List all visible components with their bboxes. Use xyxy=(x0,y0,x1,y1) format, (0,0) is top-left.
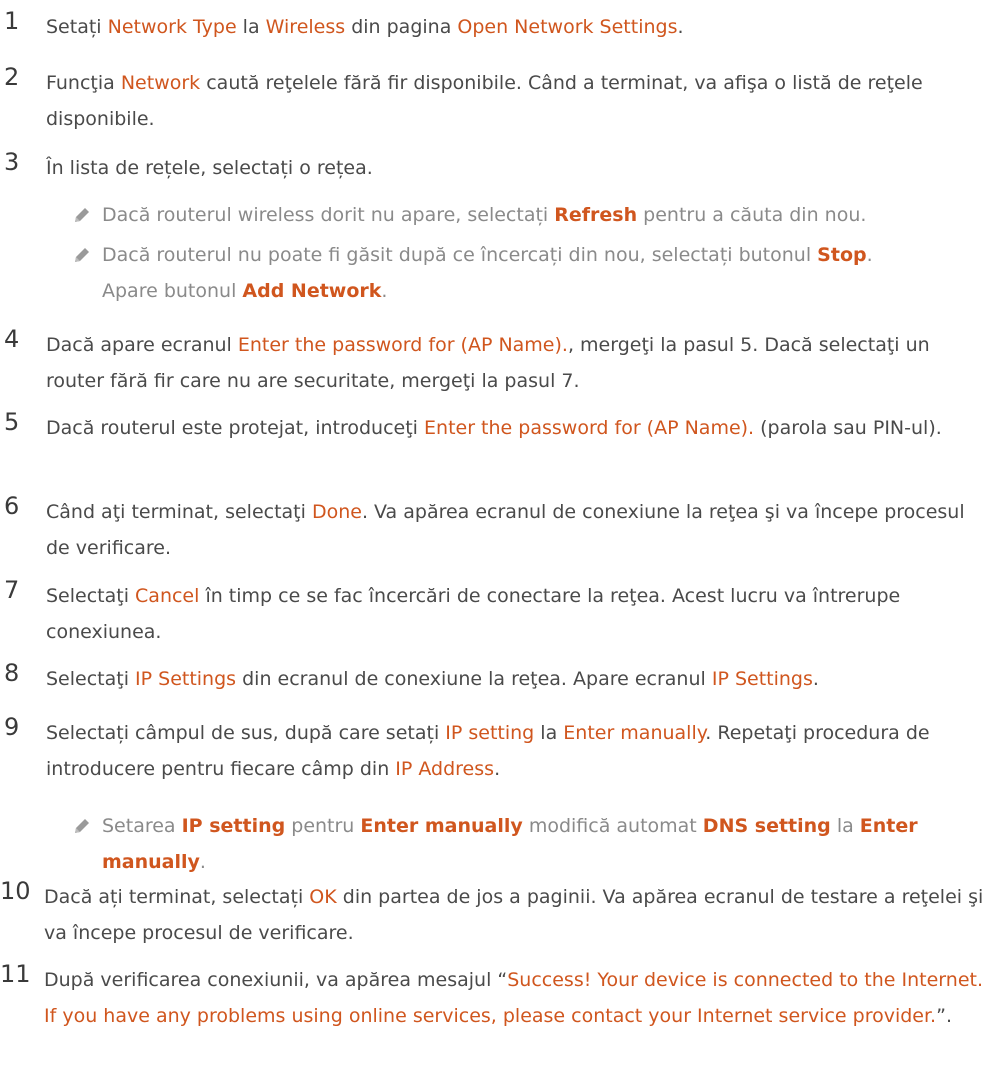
ui-term: IP Address xyxy=(395,758,495,780)
text-segment: la xyxy=(830,815,860,837)
step-number: 7 xyxy=(4,576,20,604)
ui-term: IP setting xyxy=(181,815,286,837)
ui-term: Enter manually xyxy=(563,722,706,744)
text-segment: . xyxy=(812,668,819,690)
ui-term: Refresh xyxy=(554,204,638,226)
text-segment: (parola sau PIN-ul). xyxy=(754,417,942,439)
step-number: 5 xyxy=(4,408,20,436)
pencil-note-icon xyxy=(75,819,89,833)
text-segment: Când aţi terminat, selectaţi xyxy=(46,501,312,523)
step-text: Selectați câmpul de sus, după care setaț… xyxy=(46,715,986,787)
document-page: 1 Setați Network Type la Wireless din pa… xyxy=(0,0,996,1080)
step-number: 10 xyxy=(0,877,31,905)
text-segment: Dacă routerul nu poate fi găsit după ce … xyxy=(102,244,818,266)
step-number: 8 xyxy=(4,659,20,687)
step-text: Selectaţi IP Settings din ecranul de con… xyxy=(46,661,986,697)
ui-term: Network xyxy=(120,72,201,94)
step-text: Dacă ați terminat, selectați OK din part… xyxy=(44,879,986,951)
step-number: 3 xyxy=(4,148,20,176)
text-segment: Selectaţi xyxy=(46,585,136,607)
text-segment: modifică automat xyxy=(522,815,703,837)
step-text: Dacă routerul este protejat, introduceţi… xyxy=(46,410,986,446)
note-text: Dacă routerul wireless dorit nu apare, s… xyxy=(102,197,986,233)
ui-term: OK xyxy=(309,886,337,908)
text-segment: ”. xyxy=(936,1005,952,1027)
text-segment: Dacă routerul wireless dorit nu apare, s… xyxy=(102,204,555,226)
step-number: 4 xyxy=(4,325,20,353)
text-segment: din ecranul de conexiune la reţea. Apare… xyxy=(236,668,712,690)
step-number: 1 xyxy=(4,7,20,35)
text-segment: Dacă ați terminat, selectați xyxy=(44,886,310,908)
text-segment: . xyxy=(494,758,501,780)
step-text: În lista de rețele, selectați o rețea. xyxy=(46,150,986,186)
note-text: Setarea IP setting pentru Enter manually… xyxy=(102,808,986,880)
step-text: Când aţi terminat, selectaţi Done. Va ap… xyxy=(46,494,986,566)
text-segment: la xyxy=(534,722,564,744)
ui-term: Enter the password for (AP Name). xyxy=(424,417,755,439)
step-number: 6 xyxy=(4,492,20,520)
text-segment: După verificarea conexiunii, va apărea m… xyxy=(44,969,508,991)
text-segment: Setarea xyxy=(102,815,182,837)
text-segment: Apare butonul xyxy=(102,280,243,302)
ui-term: Add Network xyxy=(242,280,382,302)
pencil-note-icon xyxy=(75,248,89,262)
pencil-note-icon xyxy=(75,208,89,222)
ui-term: Open Network Settings xyxy=(457,16,678,38)
text-segment: Dacă apare ecranul xyxy=(46,334,238,356)
text-segment: Dacă routerul este protejat, introduceţi xyxy=(46,417,425,439)
step-number: 9 xyxy=(4,713,20,741)
ui-term: Enter the password for (AP Name). xyxy=(237,334,568,356)
text-segment: Selectaţi xyxy=(46,668,136,690)
ui-term: DNS setting xyxy=(702,815,831,837)
ui-term: Done xyxy=(311,501,362,523)
text-segment: Selectați câmpul de sus, după care setaț… xyxy=(46,722,446,744)
ui-term: Network Type xyxy=(107,16,237,38)
text-segment: . xyxy=(677,16,684,38)
step-text: Selectaţi Cancel în timp ce se fac încer… xyxy=(46,578,986,650)
text-segment: Setați xyxy=(46,16,108,38)
text-segment: Funcţia xyxy=(46,72,121,94)
ui-term: Cancel xyxy=(135,585,200,607)
ui-term: Enter manually xyxy=(360,815,523,837)
step-number: 11 xyxy=(0,960,31,988)
text-segment: din pagina xyxy=(345,16,458,38)
step-number: 2 xyxy=(4,63,20,91)
note-text: Dacă routerul nu poate fi găsit după ce … xyxy=(102,237,986,309)
step-text: Dacă apare ecranul Enter the password fo… xyxy=(46,327,986,399)
text-segment: pentru a căuta din nou. xyxy=(637,204,867,226)
text-segment: . xyxy=(866,244,873,266)
ui-term: IP Settings xyxy=(135,668,237,690)
step-text: Funcţia Network caută reţelele fără fir … xyxy=(46,65,986,137)
text-segment: În lista de rețele, selectați o rețea. xyxy=(46,157,373,179)
text-segment: pentru xyxy=(285,815,361,837)
ui-term: IP Settings xyxy=(711,668,813,690)
ui-term: Wireless xyxy=(265,16,346,38)
text-segment: . xyxy=(381,280,388,302)
text-segment: la xyxy=(236,16,266,38)
ui-term: Stop xyxy=(817,244,867,266)
step-text: După verificarea conexiunii, va apărea m… xyxy=(44,962,986,1034)
ui-term: IP setting xyxy=(445,722,535,744)
step-text: Setați Network Type la Wireless din pagi… xyxy=(46,9,986,45)
text-segment: . xyxy=(199,851,206,873)
